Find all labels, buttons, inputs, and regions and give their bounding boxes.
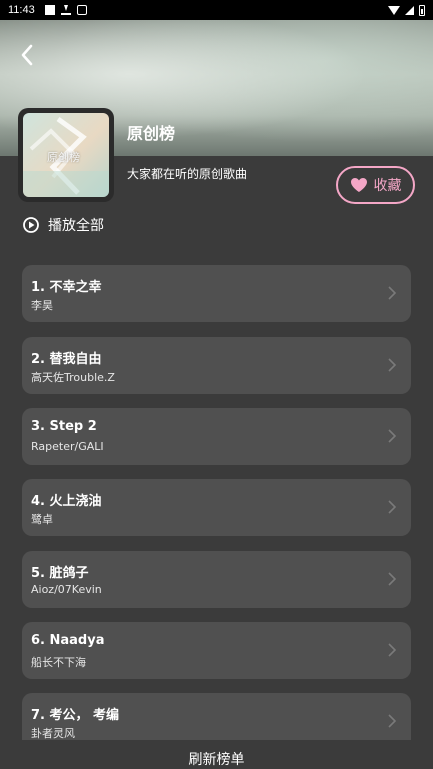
- favorite-label: 收藏: [373, 178, 402, 194]
- status-bar: 11:43: [0, 0, 433, 20]
- song-title: 2. 替我自由: [31, 352, 102, 367]
- song-title: 3. Step 2: [31, 419, 97, 434]
- song-item[interactable]: 7. 考公， 考编 卦者灵风: [22, 693, 411, 740]
- chevron-right-icon: [388, 429, 397, 443]
- favorite-button[interactable]: 收藏: [336, 166, 415, 204]
- playlist-cover: 原创榜: [18, 108, 114, 202]
- song-artist: 高天佐Trouble.Z: [31, 371, 115, 384]
- page-title: 原创榜: [127, 124, 176, 143]
- notification-icon: [44, 5, 55, 15]
- song-item[interactable]: 4. 火上浇油 鹭卓: [22, 479, 411, 536]
- sim-icon: [76, 5, 87, 15]
- playlist-description: 大家都在听的原创歌曲: [127, 167, 248, 181]
- song-title: 7. 考公， 考编: [31, 708, 120, 723]
- song-title: 6. Naadya: [31, 633, 105, 648]
- refresh-button[interactable]: 刷新榜单: [189, 749, 245, 769]
- battery-icon: [419, 4, 425, 16]
- song-artist: 鹭卓: [31, 513, 53, 526]
- song-list: 1. 不幸之幸 李昊 2. 替我自由 高天佐Trouble.Z 3. Step …: [22, 265, 411, 740]
- play-circle-icon: [23, 217, 39, 233]
- cover-art: 原创榜: [23, 113, 109, 197]
- signal-icon: [405, 5, 414, 15]
- chevron-right-icon: [388, 500, 397, 514]
- chevron-right-icon: [388, 643, 397, 657]
- song-item[interactable]: 6. Naadya 船长不下海: [22, 622, 411, 679]
- play-all-button[interactable]: 播放全部: [22, 213, 104, 237]
- back-button[interactable]: [14, 42, 40, 68]
- download-icon: [60, 5, 71, 15]
- song-item[interactable]: 1. 不幸之幸 李昊: [22, 265, 411, 322]
- chevron-right-icon: [388, 572, 397, 586]
- bottom-bar: 刷新榜单: [0, 740, 433, 769]
- status-right: [388, 4, 425, 16]
- song-title: 1. 不幸之幸: [31, 280, 102, 295]
- song-artist: 船长不下海: [31, 656, 86, 669]
- song-item[interactable]: 2. 替我自由 高天佐Trouble.Z: [22, 337, 411, 394]
- song-item[interactable]: 3. Step 2 Rapeter/GALI: [22, 408, 411, 465]
- song-artist: 李昊: [31, 299, 53, 312]
- chevron-right-icon: [388, 358, 397, 372]
- song-artist: Aioz/07Kevin: [31, 583, 102, 596]
- chevron-right-icon: [388, 714, 397, 728]
- song-artist: 卦者灵风: [31, 727, 75, 740]
- song-item[interactable]: 5. 脏鸽子 Aioz/07Kevin: [22, 551, 411, 608]
- cover-title: 原创榜: [47, 151, 80, 164]
- song-title: 5. 脏鸽子: [31, 566, 89, 581]
- chevron-left-icon: [21, 44, 33, 66]
- chevron-right-icon: [388, 286, 397, 300]
- song-title: 4. 火上浇油: [31, 494, 102, 509]
- status-time: 11:43: [8, 4, 35, 16]
- song-artist: Rapeter/GALI: [31, 440, 104, 453]
- wifi-icon: [388, 5, 400, 15]
- heart-icon: [350, 178, 367, 192]
- play-all-label: 播放全部: [48, 218, 104, 234]
